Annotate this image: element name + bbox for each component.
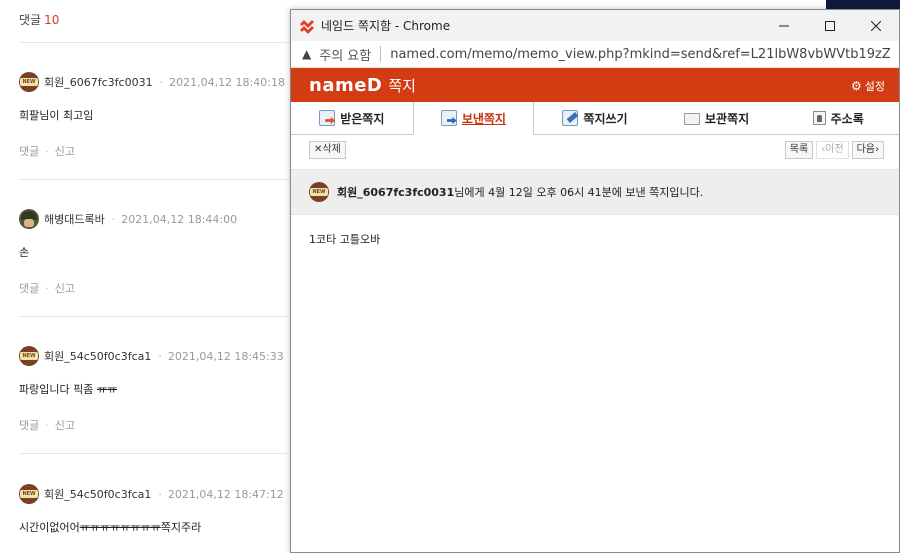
memo-tabs: 받은쪽지 보낸쪽지 쪽지쓰기 보관쪽지 주소록 <box>291 102 899 135</box>
section-title: 쪽지 <box>388 76 416 95</box>
message-meta: 님에게 4월 12일 오후 06시 41분에 보낸 쪽지입니다. <box>454 186 704 199</box>
inbox-envelope-icon <box>319 110 336 126</box>
security-warning-label[interactable]: 주의 요함 <box>319 45 371 64</box>
avatar-new-badge-icon: NEW <box>309 182 329 202</box>
separator-dot: · <box>159 75 164 89</box>
compose-pen-icon <box>562 110 579 126</box>
close-button[interactable] <box>853 10 899 41</box>
comment-body: 시간이없어어ㅠㅠㅠㅠㅠㅠㅠㅠ쪽지주라 <box>19 521 202 534</box>
separator-dot: · <box>158 349 162 363</box>
list-button[interactable]: 목록 <box>784 141 814 159</box>
tab-archive[interactable]: 보관쪽지 <box>656 102 778 134</box>
minimize-icon <box>779 25 789 26</box>
comment-body: 희팔님이 최고임 <box>19 109 94 122</box>
sent-envelope-icon <box>440 110 457 126</box>
window-titlebar[interactable]: 네임드 쪽지함 - Chrome <box>291 10 899 41</box>
report-link[interactable]: 신고 <box>55 282 75 295</box>
brand-header: nameD 쪽지 ⚙ 설정 <box>291 68 899 102</box>
message-header: NEW 회원_6067fc3fc0031 님에게 4월 12일 오후 06시 41… <box>291 169 899 215</box>
comment-body: 파랑입니다 픽좀 ㅠㅠ <box>19 383 118 396</box>
divider <box>19 179 289 180</box>
url-text[interactable]: named.com/memo/memo_view.php?mkind=send&… <box>390 47 890 62</box>
comment-time: 2021,04,12 18:47:12 <box>167 487 284 501</box>
gear-icon: ⚙ <box>850 79 862 93</box>
minimize-button[interactable] <box>761 10 807 41</box>
tab-sent[interactable]: 보낸쪽지 <box>412 102 535 135</box>
comment-item: 해병대드록바 · 2021,04,12 18:44:00 손 댓글 · 신고 <box>19 209 291 296</box>
folder-icon <box>684 113 701 125</box>
memo-toolbar: ✕삭제 목록 ‹이전 다음› <box>291 135 899 165</box>
reply-link[interactable]: 댓글 <box>19 419 39 432</box>
message-body: 1코타 고틀오바 <box>309 233 381 246</box>
site-logo[interactable]: nameD <box>309 75 382 96</box>
report-link[interactable]: 신고 <box>55 419 75 432</box>
comment-author[interactable]: 회원_6067fc3fc0031 <box>44 74 153 90</box>
separator-dot: · <box>158 487 162 501</box>
separator-dot: · <box>111 212 116 226</box>
delete-button[interactable]: ✕삭제 <box>309 141 346 159</box>
avatar-new-badge-icon[interactable]: NEW <box>19 346 39 366</box>
comment-count: 댓글 10 <box>19 11 59 28</box>
divider <box>19 316 289 317</box>
warning-icon[interactable]: ▲ <box>302 47 311 61</box>
comment-item: NEW 회원_54c50f0c3fca1 · 2021,04,12 18:47:… <box>19 484 291 553</box>
reply-link[interactable]: 댓글 <box>19 145 39 158</box>
settings-label: 설정 <box>864 80 885 93</box>
address-book-icon <box>812 111 826 125</box>
divider <box>19 453 289 454</box>
maximize-icon <box>825 20 835 31</box>
maximize-button[interactable] <box>807 10 853 41</box>
tab-address-book[interactable]: 주소록 <box>777 102 899 134</box>
comment-item: NEW 회원_54c50f0c3fca1 · 2021,04,12 18:45:… <box>19 346 291 433</box>
close-icon <box>871 20 881 31</box>
address-bar[interactable]: ▲ 주의 요함 named.com/memo/memo_view.php?mki… <box>291 41 899 68</box>
comment-count-label: 댓글 <box>19 13 42 27</box>
comment-body: 손 <box>19 246 30 259</box>
avatar-new-badge-icon[interactable]: NEW <box>19 484 39 504</box>
avatar-new-badge-icon[interactable]: NEW <box>19 72 39 92</box>
comment-time: 2021,04,12 18:44:00 <box>121 212 238 226</box>
comment-author[interactable]: 회원_54c50f0c3fca1 <box>44 486 151 502</box>
report-link[interactable]: 신고 <box>55 145 75 158</box>
settings-link[interactable]: ⚙ 설정 <box>851 78 885 94</box>
recipient-name[interactable]: 회원_6067fc3fc0031 <box>337 184 454 200</box>
tab-compose[interactable]: 쪽지쓰기 <box>534 102 656 134</box>
tab-inbox[interactable]: 받은쪽지 <box>291 102 413 134</box>
comment-item: NEW 회원_6067fc3fc0031 · 2021,04,12 18:40:… <box>19 72 291 159</box>
divider <box>19 42 289 43</box>
next-button[interactable]: 다음› <box>851 141 884 159</box>
comment-time: 2021,04,12 18:45:33 <box>167 349 284 363</box>
pager: 목록 ‹이전 다음› <box>784 141 884 159</box>
comment-time: 2021,04,12 18:40:18 <box>169 75 285 89</box>
comment-count-number: 10 <box>44 13 60 27</box>
prev-button[interactable]: ‹이전 <box>816 141 849 159</box>
window-title: 네임드 쪽지함 - Chrome <box>321 19 451 33</box>
comment-author[interactable]: 해병대드록바 <box>44 211 105 227</box>
reply-link[interactable]: 댓글 <box>19 282 39 295</box>
memo-popup-window: 네임드 쪽지함 - Chrome ▲ 주의 요함 named.com/memo/… <box>290 9 900 553</box>
avatar-soldier-icon[interactable] <box>19 209 39 229</box>
comment-author[interactable]: 회원_54c50f0c3fca1 <box>44 348 151 364</box>
named-logo-icon <box>300 19 314 34</box>
